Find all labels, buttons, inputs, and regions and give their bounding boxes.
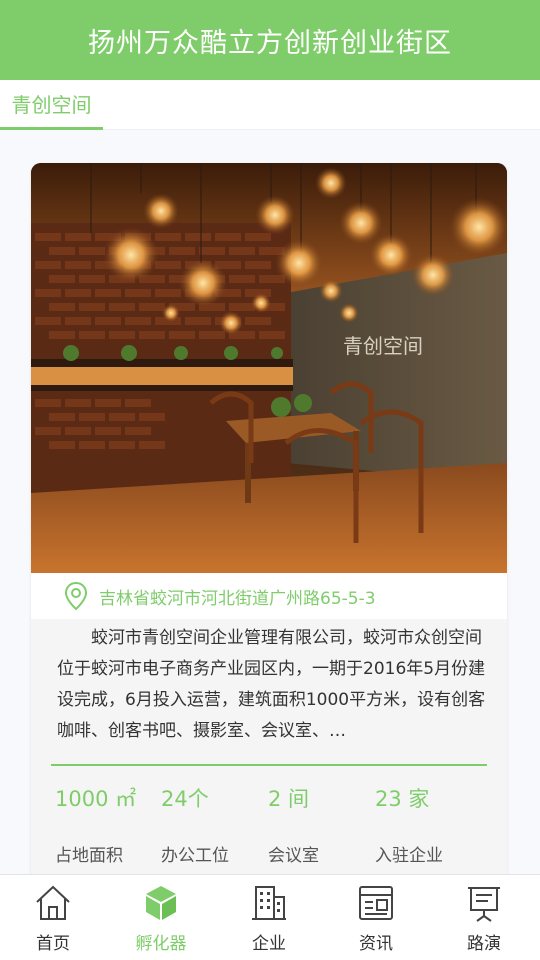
tab-bar: 青创空间 [0, 80, 540, 130]
nav-companies[interactable]: 企业 [229, 875, 309, 960]
nav-label: 路演 [467, 934, 501, 954]
stat-label: 入驻企业 [375, 846, 443, 866]
bottom-nav: 首页 孵化器 企业 资讯 路演 [0, 874, 540, 960]
description-text: 蛟河市青创空间企业管理有限公司，蛟河市众创空间位于蛟河市电子商务产业园区内，一期… [57, 628, 486, 741]
nav-label: 首页 [36, 934, 70, 954]
tab-label: 青创空间 [11, 93, 92, 117]
stat-label: 占地面积 [55, 846, 123, 866]
nav-label: 孵化器 [135, 934, 187, 954]
nav-home[interactable]: 首页 [13, 875, 93, 960]
address-text: 吉林省蛟河市河北街道广州路65-5-3 [99, 588, 376, 609]
stat-meeting-rooms: 2 间 会议室 [268, 783, 378, 866]
stat-workstations: 24个 办公工位 [161, 783, 271, 866]
page-title: 扬州万众酷立方创新创业街区 [88, 27, 452, 59]
incubator-card[interactable]: 青创空间 吉林省蛟河市河北街道广州路65-5-3 蛟河市青创空间企业管理有限公司… [31, 163, 507, 923]
nav-roadshow[interactable]: 路演 [444, 875, 524, 960]
stat-label: 会议室 [268, 846, 319, 866]
space-photo: 青创空间 [31, 163, 507, 573]
app-header: 扬州万众酷立方创新创业街区 [0, 0, 540, 80]
nav-news[interactable]: 资讯 [336, 875, 416, 960]
nav-incubator[interactable]: 孵化器 [121, 875, 201, 960]
stat-value: 24个 [161, 787, 209, 811]
divider [51, 764, 487, 766]
stat-label: 办公工位 [161, 846, 229, 866]
stat-area: 1000 ㎡ 占地面积 [55, 783, 165, 866]
stat-value: 1000 ㎡ [55, 787, 137, 811]
presentation-icon [468, 887, 500, 922]
home-icon [36, 885, 70, 920]
tab-qingchuang-space[interactable]: 青创空间 [0, 80, 103, 130]
news-icon [359, 886, 393, 920]
nav-label: 资讯 [359, 934, 393, 954]
building-icon [252, 886, 286, 920]
stat-value: 23 家 [375, 787, 430, 811]
stat-value: 2 间 [268, 787, 310, 811]
stat-companies: 23 家 入驻企业 [375, 783, 485, 866]
nav-label: 企业 [252, 934, 286, 954]
address-row[interactable]: 吉林省蛟河市河北街道广州路65-5-3 [31, 573, 507, 619]
photo-sign-text: 青创空间 [343, 334, 423, 358]
cube-icon [146, 886, 176, 920]
location-pin-icon [64, 581, 88, 611]
